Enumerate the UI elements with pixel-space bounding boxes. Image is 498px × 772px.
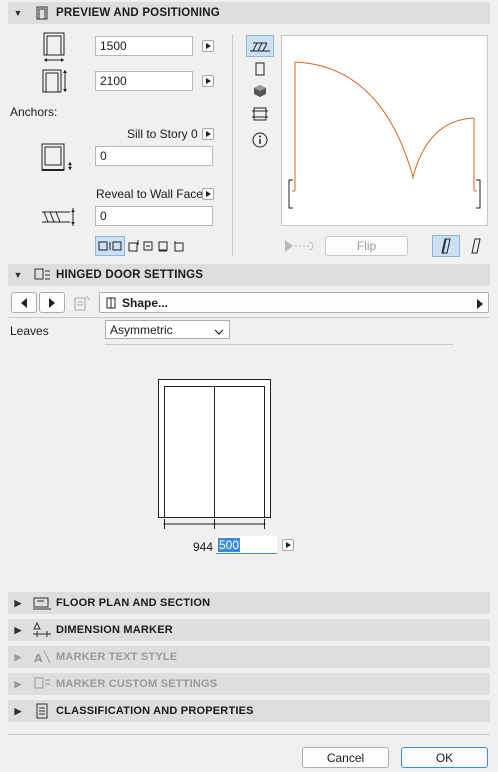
expand-triangle-icon: ▶ (14, 651, 22, 662)
anchor-top-icon[interactable] (127, 238, 141, 254)
expand-triangle-icon: ▶ (14, 705, 22, 716)
marker-custom-settings-title: MARKER CUSTOM SETTINGS (56, 678, 218, 690)
preview-divider (232, 34, 233, 256)
preview-section-header[interactable]: ▼ PREVIEW AND POSITIONING (8, 2, 490, 24)
door-preview-canvas (281, 35, 488, 226)
classification-section-header[interactable]: ▶ CLASSIFICATION AND PROPERTIES (8, 700, 490, 722)
collapse-triangle-icon: ▼ (13, 8, 23, 18)
reveal-arrow-button[interactable] (202, 188, 214, 200)
leaves-separator (105, 344, 453, 345)
elevation-view-icon[interactable] (246, 58, 274, 80)
dimension-marker-section-header[interactable]: ▶ DIMENSION MARKER (8, 619, 490, 641)
shape-page-icon (106, 297, 116, 309)
previous-page-button[interactable] (11, 292, 37, 313)
shape-page-dropdown[interactable]: Shape... (99, 292, 489, 313)
height-icon (40, 66, 68, 96)
reveal-field[interactable]: 0 (95, 206, 213, 226)
anchors-label: Anchors: (10, 105, 58, 119)
hinged-door-settings-icon (28, 267, 56, 283)
svg-text:A: A (34, 652, 43, 665)
collapse-triangle-icon: ▼ (13, 270, 23, 280)
door-leaves-diagram (158, 379, 271, 531)
height-arrow-button[interactable] (202, 75, 214, 87)
page-settings-icon[interactable] (70, 292, 94, 313)
sill-field[interactable]: 0 (95, 146, 213, 166)
mirror-icon[interactable] (280, 236, 316, 256)
leaves-label: Leaves (10, 324, 49, 338)
leaf-width-right-value: 500 (218, 538, 241, 552)
footer-separator (8, 734, 490, 735)
info-icon[interactable] (246, 129, 274, 151)
shape-dropdown-arrow-icon (477, 298, 483, 312)
shape-page-label: Shape... (122, 295, 169, 310)
anchor-custom-icon[interactable] (172, 238, 186, 254)
anchor-bottom-icon[interactable] (157, 238, 171, 254)
floor-plan-title: FLOOR PLAN AND SECTION (56, 597, 211, 609)
sill-arrow-button[interactable] (202, 128, 214, 140)
plan-view-icon[interactable] (246, 35, 274, 57)
reveal-icon (40, 203, 76, 231)
leaf-width-arrow-button[interactable] (282, 539, 294, 551)
marker-text-style-icon: A (28, 649, 56, 665)
expand-triangle-icon: ▶ (14, 624, 22, 635)
height-field[interactable]: 2100 (95, 71, 193, 91)
opening-side-left-icon[interactable] (432, 235, 460, 257)
width-field[interactable]: 1500 (95, 36, 193, 56)
leaf-width-right-field[interactable]: 500 (216, 536, 277, 554)
cancel-button[interactable]: Cancel (302, 747, 389, 768)
anchor-middle-icon[interactable] (142, 238, 156, 254)
dimension-marker-title: DIMENSION MARKER (56, 624, 173, 636)
sill-icon (40, 142, 76, 174)
expand-triangle-icon: ▶ (14, 597, 22, 608)
chevron-down-icon (214, 325, 224, 339)
leaf-width-left-value: 944 (193, 540, 214, 554)
leaves-select[interactable]: Asymmetric (105, 320, 230, 339)
width-arrow-button[interactable] (202, 40, 214, 52)
marker-text-style-title: MARKER TEXT STYLE (56, 651, 178, 663)
reveal-label: Reveal to Wall Face (96, 187, 203, 201)
classification-title: CLASSIFICATION AND PROPERTIES (56, 705, 254, 717)
classification-icon (28, 703, 56, 719)
dimension-marker-icon (28, 622, 56, 638)
anchor-both-icon[interactable] (95, 236, 125, 256)
3d-view-icon[interactable] (246, 80, 274, 102)
marker-custom-settings-icon (28, 676, 56, 692)
marker-custom-settings-section-header[interactable]: ▶ MARKER CUSTOM SETTINGS (8, 673, 490, 695)
opening-side-right-icon[interactable] (462, 235, 490, 257)
width-icon (40, 30, 68, 64)
expand-triangle-icon: ▶ (14, 678, 22, 689)
door-preview-icon (28, 5, 56, 21)
floor-plan-icon (28, 596, 56, 610)
section-view-icon[interactable] (246, 103, 274, 125)
next-page-button[interactable] (39, 292, 65, 313)
marker-text-style-section-header[interactable]: ▶ A MARKER TEXT STYLE (8, 646, 490, 668)
separator (8, 317, 490, 318)
flip-button[interactable]: Flip (325, 236, 408, 256)
hinged-section-title: HINGED DOOR SETTINGS (56, 269, 204, 281)
leaves-select-value: Asymmetric (110, 323, 173, 337)
preview-section-title: PREVIEW AND POSITIONING (56, 7, 220, 19)
sill-label: Sill to Story 0 (127, 127, 198, 141)
hinged-section-header[interactable]: ▼ HINGED DOOR SETTINGS (8, 264, 490, 286)
floor-plan-section-header[interactable]: ▶ FLOOR PLAN AND SECTION (8, 592, 490, 614)
ok-button[interactable]: OK (401, 747, 488, 768)
